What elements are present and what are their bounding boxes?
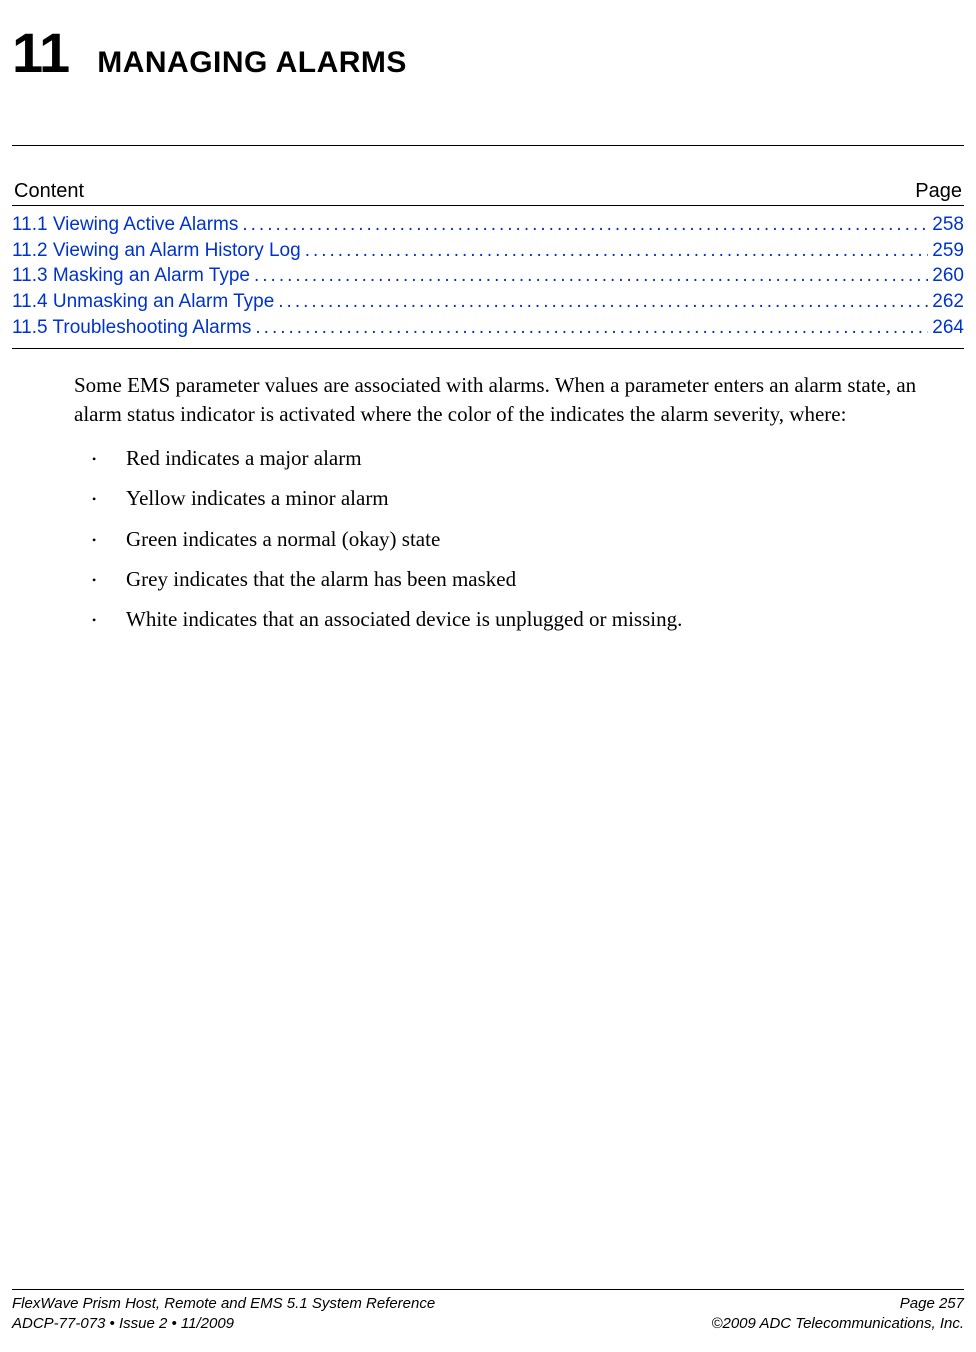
toc-row[interactable]: 11.5 Troubleshooting Alarms 264 [12,315,964,341]
toc-leader-dots [254,263,928,289]
toc-row[interactable]: 11.4 Unmasking an Alarm Type 262 [12,289,964,315]
toc-label: 11.4 Unmasking an Alarm Type [12,289,274,315]
toc-row[interactable]: 11.2 Viewing an Alarm History Log 259 [12,238,964,264]
footer-doc-title: FlexWave Prism Host, Remote and EMS 5.1 … [12,1294,435,1314]
footer-copyright: ©2009 ADC Telecommunications, Inc. [711,1314,964,1334]
toc-leader-dots [305,238,929,264]
toc-header-page: Page [915,180,962,203]
toc-page: 258 [932,212,964,238]
section-rule-bottom [12,348,964,349]
list-item: White indicates that an associated devic… [92,605,946,633]
toc-page: 264 [932,315,964,341]
bullet-list: Red indicates a major alarm Yellow indic… [92,444,964,634]
toc-row[interactable]: 11.1 Viewing Active Alarms 258 [12,212,964,238]
chapter-number: 11 [12,20,69,85]
section-rule-top [12,145,964,146]
toc-header-content: Content [14,180,84,203]
toc-body: 11.1 Viewing Active Alarms 258 11.2 View… [12,205,964,340]
toc-leader-dots [278,289,928,315]
toc-leader-dots [255,315,928,341]
list-item: Red indicates a major alarm [92,444,946,472]
toc-label: 11.2 Viewing an Alarm History Log [12,238,301,264]
intro-paragraph: Some EMS parameter values are associated… [74,371,964,428]
toc-page: 260 [932,263,964,289]
toc-label: 11.1 Viewing Active Alarms [12,212,238,238]
chapter-header: 11 MANAGING ALARMS [12,20,964,85]
chapter-title: MANAGING ALARMS [97,46,407,80]
list-item: Grey indicates that the alarm has been m… [92,565,946,593]
footer-doc-id: ADCP-77-073 • Issue 2 • 11/2009 [12,1314,435,1334]
toc-row[interactable]: 11.3 Masking an Alarm Type 260 [12,263,964,289]
toc-header-row: Content Page [12,180,964,203]
page-footer: FlexWave Prism Host, Remote and EMS 5.1 … [12,1289,964,1335]
toc-label: 11.3 Masking an Alarm Type [12,263,250,289]
footer-page-number: Page 257 [711,1294,964,1314]
toc-page: 262 [932,289,964,315]
list-item: Green indicates a normal (okay) state [92,525,946,553]
toc-page: 259 [932,238,964,264]
list-item: Yellow indicates a minor alarm [92,484,946,512]
toc-leader-dots [242,212,928,238]
toc-label: 11.5 Troubleshooting Alarms [12,315,251,341]
